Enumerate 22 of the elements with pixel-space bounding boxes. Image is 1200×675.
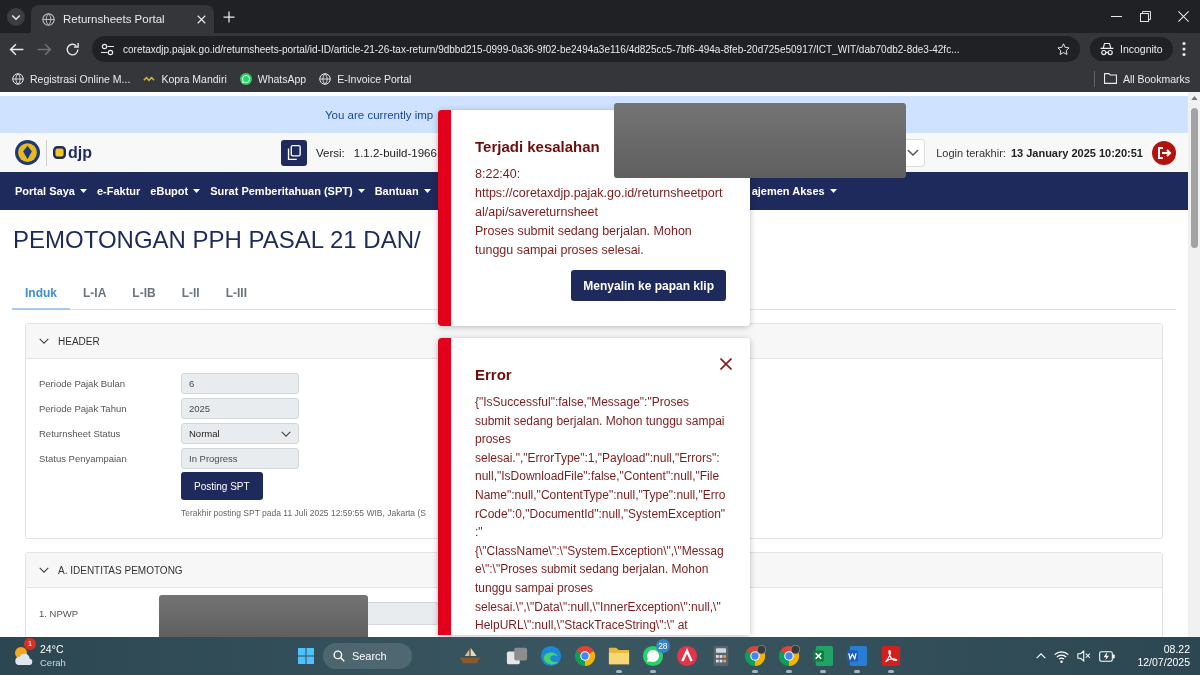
notification-badge: 1: [24, 638, 36, 650]
login-time: 13 January 2025 10:20:51: [1010, 146, 1143, 159]
logo-text: djp: [68, 143, 92, 162]
version-value: 1.1.2-build-1966: [353, 146, 437, 159]
temperature-text: 24°C: [40, 643, 65, 656]
toast-message: 8:22:40: https://coretaxdjp.pajak.go.id/returnsheetportal/api/savereturnsheet Proses submit sedang berjalan. Mohon tunggu sampai proses selesai.: [475, 166, 724, 259]
clock-date: 12/07/2025: [1137, 656, 1190, 669]
toast-message: {"IsSuccessful":false,"Message":"Proses submit sedang berjalan. Mohon tunggu sampai proses selesai.","ErrorType":1,"Payload":null,"Errors":null,"IsDownloadFile":false,"Content":null,"FileName":null,"ContentType":null,"Type":null,"ErrorCode":0,"DocumentId":null,"SystemException":"{\"ClassName\":\"System.Exception\",\"Message\":\"Proses submit sedang berjalan. Mohon tunggu sampai proses selesai.\",\"Data\":null,\"InnerException\":null,\"HelpURL\":null,\"StackTraceString\":\" at: [475, 394, 726, 635]
weather-condition: Cerah: [40, 656, 66, 669]
version-label: Versi:: [316, 146, 345, 159]
last-posting-text: Terakhir posting SPT pada 11 Juli 2025 12:59:55 WIB, Jakarta (S: [181, 508, 426, 518]
toast-title: Terjadi kesalahan: [475, 138, 601, 156]
field-label: Status Penyampaian: [39, 453, 127, 464]
login-label: Login terakhir:: [936, 146, 1006, 159]
field-label: 1. NPWP: [39, 608, 79, 619]
page-title: PEMOTONGAN PPH PASAL 21 DAN/: [13, 225, 421, 254]
field-label: Periode Pajak Bulan: [39, 378, 126, 389]
clock-time: 08.22: [1163, 643, 1190, 656]
unread-badge: 28: [655, 639, 670, 653]
field-label: Returnsheet Status: [39, 428, 121, 439]
toast-title: Error: [475, 366, 513, 384]
field-label: Periode Pajak Tahun: [39, 403, 127, 414]
